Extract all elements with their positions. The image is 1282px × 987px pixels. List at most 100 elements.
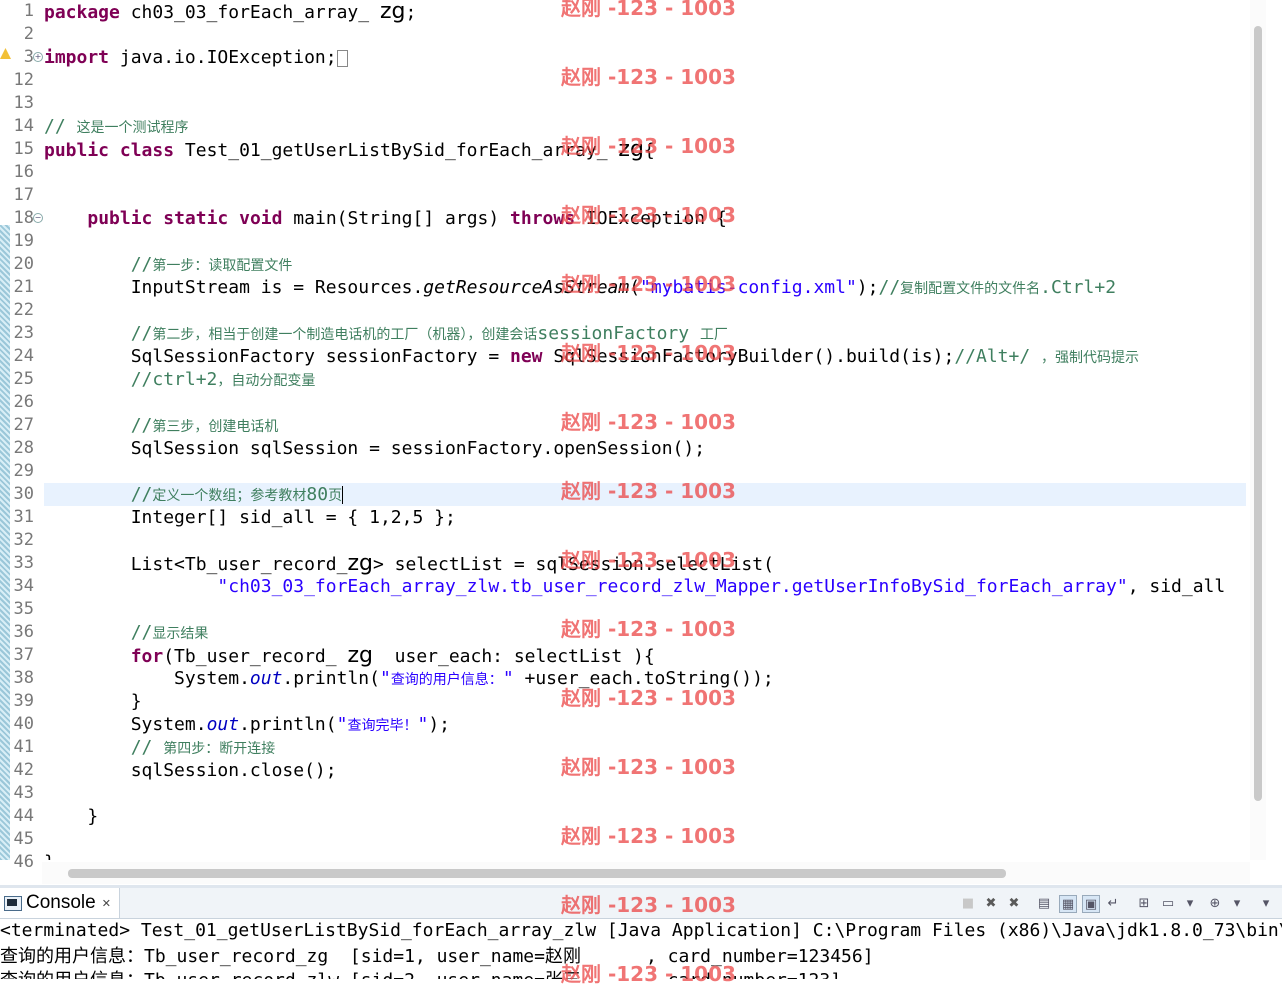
vertical-scrollbar-thumb[interactable] (1254, 26, 1262, 801)
code-token: } (44, 806, 99, 827)
code-line[interactable]: //第三步，创建电话机 (44, 414, 279, 437)
code-line[interactable]: public class Test_01_getUserListBySid_fo… (44, 138, 655, 161)
code-token: import (44, 47, 110, 68)
code-token: // (878, 277, 901, 298)
code-editor[interactable]: 1 2 3 +12 13 14 15 16 17 18−19 20 21 22 23 24 25 26 27 28 2… (0, 0, 1282, 885)
line-number: 45 (13, 829, 34, 849)
code-token: .println( (282, 668, 380, 689)
code-token: // (44, 484, 153, 505)
console-icon (4, 895, 22, 911)
code-token: sessionFactory (537, 323, 700, 344)
code-token: 这是一个测试程序 (76, 120, 189, 136)
code-token: // (44, 622, 153, 643)
code-token: " (336, 714, 348, 735)
line-number: 23 (13, 323, 34, 343)
code-token: // (44, 116, 77, 137)
code-line[interactable]: //第一步：读取配置文件 (44, 253, 293, 276)
line-number: 2 (23, 24, 34, 44)
line-number: 24 (13, 346, 34, 366)
word-wrap-icon[interactable]: ↵ (1105, 895, 1121, 911)
fold-collapse-icon[interactable]: − (33, 213, 43, 223)
line-number: 20 (13, 254, 34, 274)
console-output-area[interactable]: <terminated> Test_01_getUserListBySid_fo… (0, 919, 1282, 979)
code-token: 查询完毕！ (347, 718, 418, 734)
display-selected-console-dropdown-icon[interactable]: ▾ (1182, 895, 1198, 911)
code-line[interactable]: for(Tb_user_record_ zg user_each: select… (44, 644, 655, 667)
code-line[interactable]: } (44, 805, 98, 828)
code-token: " (379, 668, 391, 689)
show-on-stderr-icon[interactable]: ▣ (1082, 895, 1100, 913)
terminate-icon[interactable]: ■ (960, 895, 976, 911)
code-line[interactable]: // 这是一个测试程序 (44, 115, 189, 138)
code-line[interactable]: //ctrl+2，自动分配变量 (44, 368, 316, 391)
code-text-area[interactable]: package ch03_03_forEach_array_ zg; import… (44, 0, 1246, 860)
overview-ruler[interactable] (1268, 0, 1282, 860)
code-token: user_each: selectList ){ (372, 646, 655, 667)
remove-launch-icon[interactable]: ✖ (983, 895, 999, 911)
view-menu-icon[interactable]: ▾ (1258, 895, 1274, 911)
line-number: 34 (13, 576, 34, 596)
code-token: out (206, 714, 240, 735)
tab-console[interactable]: Console ✕ (0, 888, 120, 918)
code-token: //Alt+/ (954, 346, 1042, 367)
code-line[interactable]: sqlSession.close(); (44, 759, 337, 782)
code-line[interactable]: SqlSession sqlSession = sessionFactory.o… (44, 437, 705, 460)
line-number: 44 (13, 806, 34, 826)
code-line[interactable]: public static void main(String[] args) t… (44, 207, 726, 230)
current-code-line[interactable]: //定义一个数组；参考教材80页 (44, 483, 1246, 506)
code-line[interactable]: //显示结果 (44, 621, 209, 644)
code-token: zg (618, 137, 644, 162)
close-icon[interactable]: ✕ (102, 897, 111, 910)
open-console-dropdown-icon[interactable]: ▾ (1229, 895, 1245, 911)
code-token: ，自动分配变量 (217, 373, 316, 389)
code-line[interactable]: InputStream is = Resources.getResourceAs… (44, 276, 1116, 299)
scroll-lock-icon[interactable]: ▤ (1036, 895, 1052, 911)
code-line[interactable]: List<Tb_user_record_zg> selectList = sql… (44, 552, 774, 575)
line-number: 22 (13, 300, 34, 320)
line-number: 38 (13, 668, 34, 688)
show-on-stdout-icon[interactable]: ▦ (1059, 895, 1077, 913)
code-line[interactable]: } (44, 690, 142, 713)
code-token: SqlSession sqlSession = sessionFactory.o… (44, 438, 706, 459)
code-token: 显示结果 (152, 626, 209, 642)
code-line[interactable]: // 第四步：断开连接 (44, 736, 276, 759)
open-console-icon[interactable]: ⊕ (1207, 895, 1223, 911)
code-token: } (44, 852, 55, 860)
code-token: // (44, 415, 153, 436)
line-number: 25 (13, 369, 34, 389)
code-token: sqlSession.close(); (44, 760, 337, 781)
code-line[interactable]: import java.io.IOException; (44, 46, 348, 69)
code-token: , sid_all (1127, 576, 1226, 597)
fold-expand-icon[interactable]: + (33, 52, 43, 62)
code-token: ch03_03_forEach_array_ (119, 2, 380, 23)
code-token: { (643, 140, 655, 161)
display-selected-console-icon[interactable]: ▭ (1160, 895, 1176, 911)
line-number: 35 (13, 599, 34, 619)
line-number: 19 (13, 231, 34, 251)
console-output-line: 查询的用户信息：Tb_user_record_zg [sid=1, user_n… (0, 946, 874, 967)
code-line[interactable]: "ch03_03_forEach_array_zlw.tb_user_recor… (44, 575, 1225, 598)
horizontal-scrollbar-thumb[interactable] (68, 869, 1006, 878)
code-line[interactable]: System.out.println("查询完毕！"); (44, 713, 450, 736)
line-number: 17 (13, 185, 34, 205)
line-number: 42 (13, 760, 34, 780)
code-token: // (44, 737, 164, 758)
code-token: for (130, 646, 164, 667)
pin-console-icon[interactable]: ⊞ (1136, 895, 1152, 911)
code-line[interactable]: } (44, 851, 55, 860)
code-line[interactable]: SqlSessionFactory sessionFactory = new S… (44, 345, 1139, 368)
code-line[interactable]: //第二步，相当于创建一个制造电话机的工厂（机器），创建会话sessionFac… (44, 322, 728, 345)
code-line[interactable]: package ch03_03_forEach_array_ zg; (44, 0, 416, 23)
code-line[interactable]: Integer[] sid_all = { 1,2,5 }; (44, 506, 456, 529)
code-line[interactable]: System.out.println("查询的用户信息：" +user_each… (44, 667, 774, 690)
code-token: 工厂 (699, 327, 728, 343)
code-token: zg (347, 643, 373, 668)
code-token: public (44, 140, 110, 161)
line-number: 27 (13, 415, 34, 435)
line-number: 40 (13, 714, 34, 734)
line-number: 26 (13, 392, 34, 412)
remove-all-terminated-icon[interactable]: ✖ (1006, 895, 1022, 911)
code-token: static (163, 208, 229, 229)
